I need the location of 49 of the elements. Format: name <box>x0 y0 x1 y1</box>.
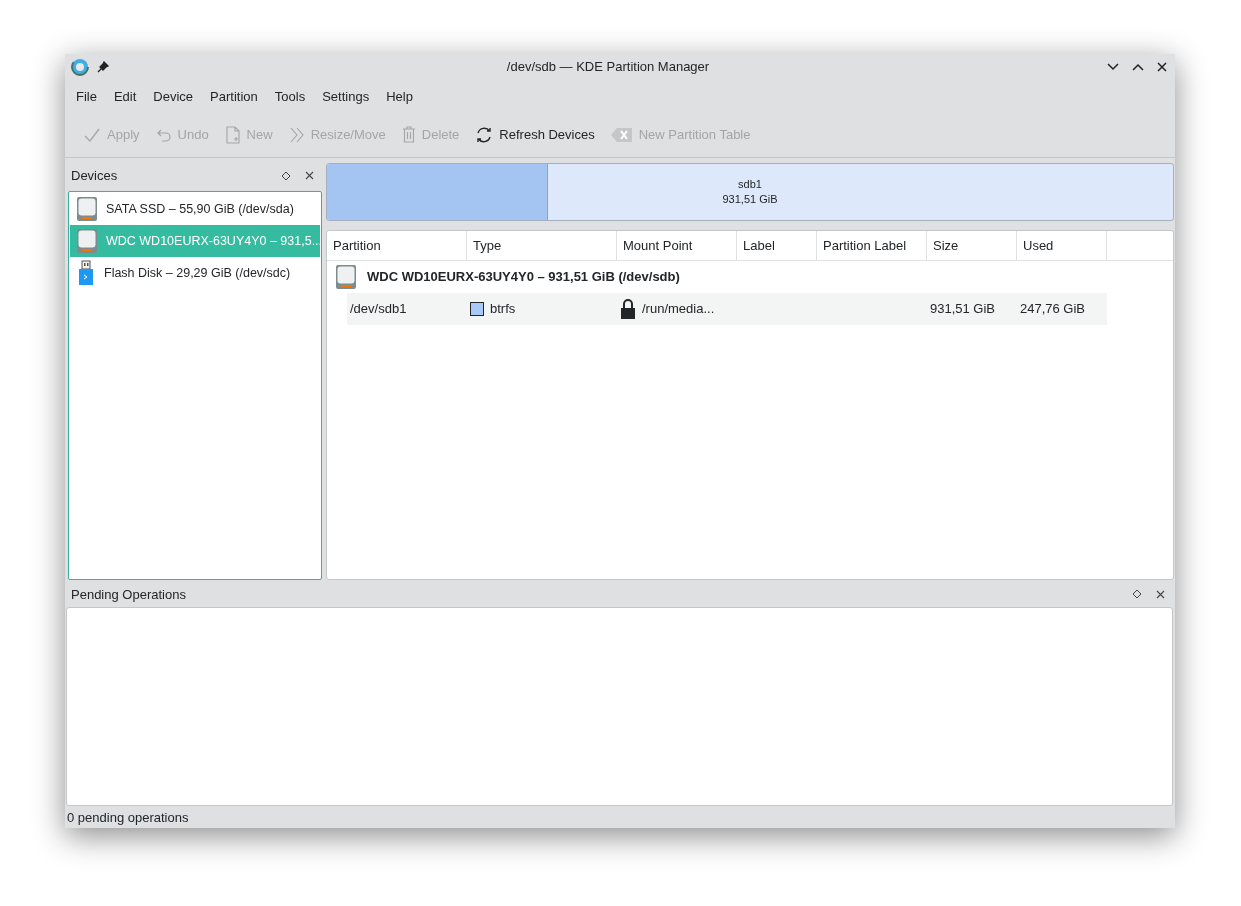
close-icon[interactable] <box>1156 589 1165 599</box>
mount-point: /run/media... <box>642 301 715 317</box>
device-name: WDC WD10EURX-63UY4Y0 – 931,51 GiB (/dev/sdb) <box>367 269 680 285</box>
column-header[interactable]: Mount Point <box>617 230 737 260</box>
float-icon[interactable] <box>1132 589 1142 600</box>
refresh-icon <box>475 125 494 144</box>
menu-item[interactable]: Edit <box>106 84 144 108</box>
panel-title: Pending Operations <box>71 586 187 602</box>
minimize-icon[interactable] <box>1107 63 1119 71</box>
menu-item[interactable]: Tools <box>267 84 313 108</box>
menu-item[interactable]: Device <box>146 84 201 108</box>
partition-size: 931,51 GiB <box>722 191 778 207</box>
column-header[interactable]: Label <box>737 230 817 260</box>
window-title: /dev/sdb — KDE Partition Manager <box>505 59 711 75</box>
menu-item[interactable]: File <box>69 84 104 108</box>
checkmark-icon <box>83 126 101 143</box>
device-item[interactable]: Flash Disk – 29,29 GiB (/dev/sdc) <box>70 256 320 289</box>
partition-row[interactable]: /dev/sdb1 btrfs /run/media... 931,51 GiB 247,76 GiB <box>347 292 1107 325</box>
menu-item[interactable]: Settings <box>315 84 377 108</box>
usb-drive-icon <box>76 259 96 286</box>
device-item[interactable]: SATA SSD – 55,90 GiB (/dev/sda) <box>70 192 320 225</box>
status-text: 0 pending operations <box>66 808 190 827</box>
close-icon[interactable] <box>305 171 314 181</box>
double-chevron-icon <box>288 126 305 143</box>
hard-drive-icon <box>76 195 98 222</box>
used-cell-text: 247,76 GiB <box>1019 301 1087 317</box>
trash-icon <box>401 126 416 144</box>
hard-drive-icon <box>335 263 357 290</box>
column-header[interactable]: Type <box>467 230 617 260</box>
menu-item[interactable]: Help <box>379 84 420 108</box>
menu-item[interactable]: Partition <box>203 84 265 108</box>
pin-icon[interactable] <box>97 61 109 73</box>
column-header[interactable]: Used <box>1017 230 1107 260</box>
maximize-icon[interactable] <box>1132 63 1144 71</box>
close-icon[interactable] <box>1157 62 1167 72</box>
size-cell-text: 931,51 GiB <box>929 301 997 317</box>
column-header[interactable]: Partition Label <box>817 230 927 260</box>
clear-icon <box>610 126 633 143</box>
hard-drive-icon <box>76 227 98 254</box>
partition-name: sdb1 <box>738 176 762 192</box>
toolbar-button[interactable]: Refresh Devices <box>469 121 605 148</box>
float-icon[interactable] <box>281 170 291 181</box>
app-logo-icon <box>71 58 89 76</box>
filesystem-type: btrfs <box>490 301 516 317</box>
new-document-icon <box>224 125 241 144</box>
column-header[interactable]: Partition <box>327 230 467 260</box>
panel-title: Devices <box>71 168 119 184</box>
padlock-icon <box>620 298 636 319</box>
column-header[interactable]: Size <box>927 230 1017 260</box>
